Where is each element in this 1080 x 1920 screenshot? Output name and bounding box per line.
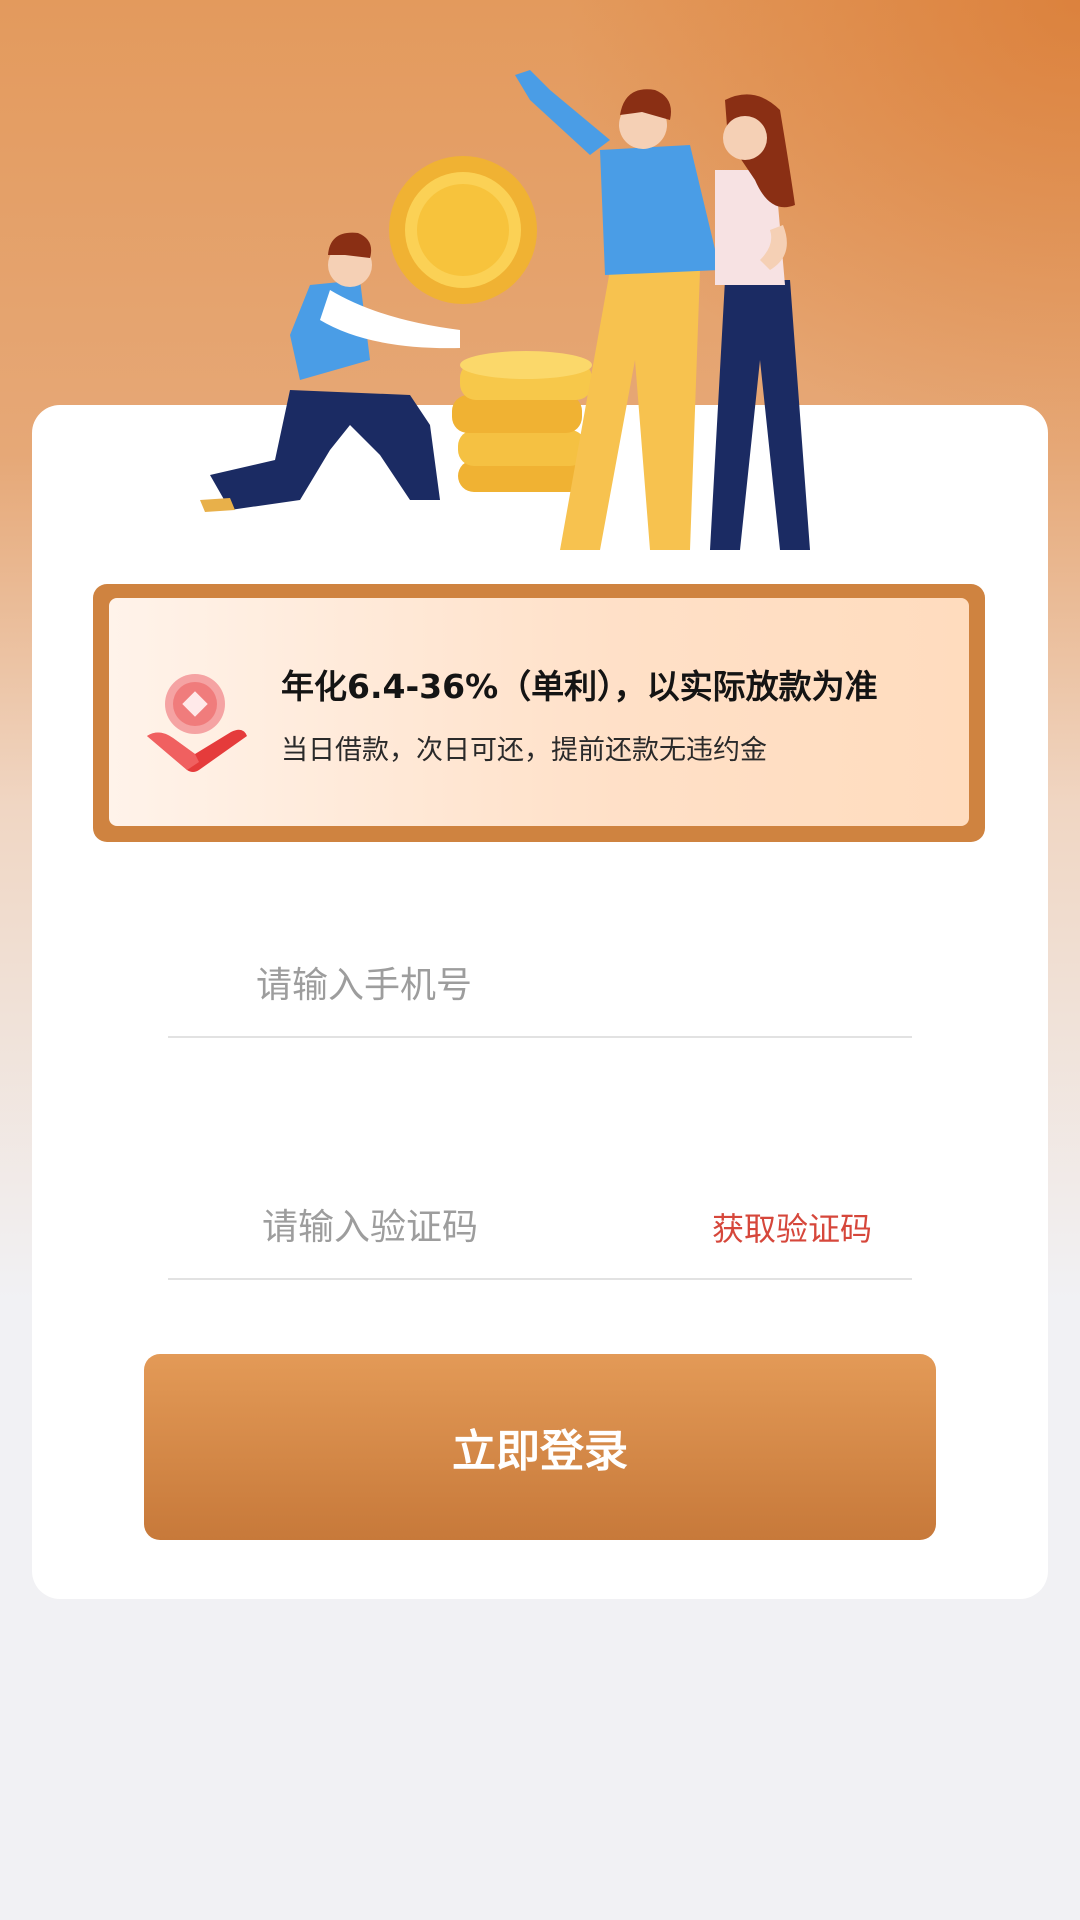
verification-code-input[interactable] (260, 1198, 664, 1256)
rate-banner: 年化6.4-36%（单利），以实际放款为准 当日借款，次日可还，提前还款无违约金 (93, 584, 985, 842)
rate-title: 年化6.4-36%（单利），以实际放款为准 (281, 667, 878, 706)
code-field: 获取验证码 (168, 1168, 912, 1280)
standing-woman-figure (710, 94, 810, 550)
phone-input[interactable] (254, 956, 658, 1014)
loan-coin-icon (147, 674, 247, 772)
big-coin-icon (389, 156, 537, 304)
coin-stack-icon (452, 351, 592, 492)
rate-banner-inner: 年化6.4-36%（单利），以实际放款为准 当日借款，次日可还，提前还款无违约金 (109, 598, 969, 826)
phone-field (168, 926, 912, 1038)
people-coins-illustration (200, 70, 810, 550)
rate-subtitle: 当日借款，次日可还，提前还款无违约金 (281, 735, 767, 766)
login-button[interactable]: 立即登录 (144, 1354, 936, 1540)
get-code-button[interactable]: 获取验证码 (712, 1204, 872, 1250)
